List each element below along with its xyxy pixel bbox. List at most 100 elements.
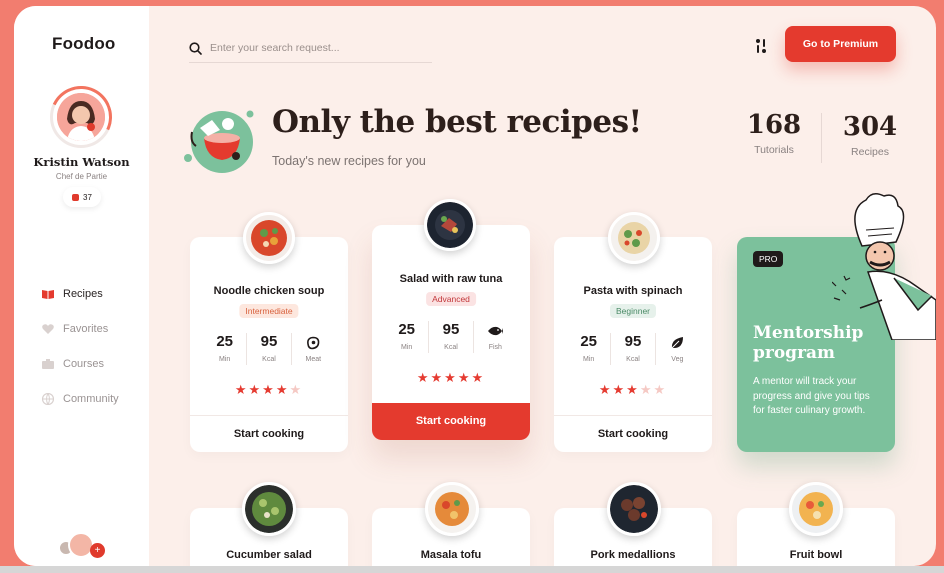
star-icon: ★ [612,382,627,397]
rating-stars: ★★★★★ [554,382,712,398]
sidebar-item-label: Favorites [63,322,109,335]
pro-badge: PRO [753,251,784,267]
dish-image [243,212,295,264]
metric-time: 25 Min [567,333,612,365]
achievement-badge[interactable]: 37 [63,187,101,207]
leaf-icon [671,337,684,349]
search-icon [189,41,202,55]
metric-label: Kcal [626,356,640,363]
star-icon: ★ [626,382,640,397]
star-icon: ★ [639,382,654,397]
metric-value: 95 [624,333,642,350]
metric-value: 95 [260,333,278,350]
page-subtitle: Today's new recipes for you [272,154,426,168]
rating-stars: ★★★★★ [372,370,530,386]
metric-value: 25 [216,333,233,350]
star-icon: ★ [653,382,668,397]
mentorship-title-line2: program [753,343,836,363]
star-icon: ★ [234,382,249,397]
metric-label: Min [219,356,231,363]
recipe-title: Fruit bowl [789,549,843,561]
page-title: Only the best recipes! [272,104,642,140]
star-icon: ★ [444,370,458,385]
globe-icon [42,392,54,405]
divider [821,113,822,163]
sidebar-item-favorites[interactable]: Favorites [42,311,119,346]
recipe-title: Cucumber salad [226,549,312,561]
stat-label: Tutorials [754,144,794,156]
fish-icon [488,326,504,336]
dish-image [789,482,843,536]
metric-type: Meat [292,333,335,365]
sidebar-item-community[interactable]: Community [42,381,119,416]
start-cooking-button[interactable]: Start cooking [554,417,712,451]
star-icon: ★ [598,382,613,397]
team-avatars[interactable]: + [58,532,110,562]
recipe-card-featured[interactable]: Salad with raw tuna Advanced 25 Min 95 Kca… [372,225,530,440]
stat-label: Recipes [851,146,889,158]
difficulty-badge: Beginner [609,304,657,318]
metric-label: Veg [671,356,684,363]
start-cooking-button[interactable]: Start cooking [190,417,348,451]
add-icon[interactable]: + [90,543,105,558]
go-to-premium-button[interactable]: Go to Premium [785,26,896,62]
mentorship-description: A mentor will track your progress and gi… [753,376,870,416]
recipe-metrics: 25 Min 95 Kcal Meat [203,333,335,365]
search-input[interactable]: Enter your search request... [210,42,340,54]
recipe-title: Noodle chicken soup [213,285,325,297]
recipe-card[interactable]: Pasta with spinach Beginner 25 Min 95 Kcal… [554,237,712,452]
dish-image [242,482,296,536]
sidebar-item-label: Courses [63,357,104,370]
sidebar-nav: Recipes Favorites Courses Community [42,276,119,416]
stat-value: 304 [842,112,898,142]
star-icon: ★ [471,370,486,385]
cooking-pot-illustration [184,110,254,173]
recipe-title: Pasta with spinach [583,285,683,297]
metric-type: Veg [656,333,699,365]
sidebar-item-courses[interactable]: Courses [42,346,119,381]
avatar [57,93,105,141]
recipe-card[interactable]: Noodle chicken soup Intermediate 25 Min 9… [190,237,348,452]
difficulty-badge: Intermediate [239,304,299,318]
star-icon: ★ [262,382,276,397]
dish-image [607,482,661,536]
stat-recipes[interactable]: 304 Recipes [840,112,900,158]
metric-type: Fish [474,321,517,353]
metric-label: Min [401,344,413,351]
metric-time: 25 Min [203,333,248,365]
badge-count: 37 [83,192,92,202]
metric-kcal: 95 Kcal [429,321,474,353]
metric-label: Fish [488,344,502,351]
star-icon: ★ [416,370,431,385]
metric-label: Meat [305,356,322,363]
metric-label: Min [583,356,595,363]
sidebar-item-recipes[interactable]: Recipes [42,276,119,311]
app-logo[interactable]: Foodoo [52,34,116,54]
user-avatar-frame[interactable] [41,77,121,157]
user-role: Chef de Partie [55,172,108,181]
star-icon: ★ [430,370,445,385]
search-bar[interactable]: Enter your search request... [189,34,432,63]
app-window: Foodoo Kristin Watson Chef de Partie 37 [14,6,936,566]
divider [190,415,348,416]
stat-value: 168 [746,110,802,140]
dish-image [424,199,476,251]
bottom-bar [0,566,944,573]
dish-image [425,482,479,536]
chef-hat-icon [72,193,80,201]
star-icon: ★ [289,382,304,397]
divider [554,415,712,416]
recipe-title: Salad with raw tuna [399,273,503,285]
filter-icon[interactable] [754,38,768,54]
metric-time: 25 Min [385,321,430,353]
start-cooking-button[interactable]: Start cooking [372,403,530,440]
star-icon: ★ [457,370,472,385]
difficulty-badge: Advanced [426,292,476,306]
stat-tutorials[interactable]: 168 Tutorials [745,110,803,156]
metric-value: 95 [442,321,460,338]
metric-label: Kcal [444,344,458,351]
metric-kcal: 95 Kcal [247,333,292,365]
book-icon [42,289,54,299]
sidebar-item-label: Recipes [63,287,103,300]
user-name: Kristin Watson [33,155,130,169]
